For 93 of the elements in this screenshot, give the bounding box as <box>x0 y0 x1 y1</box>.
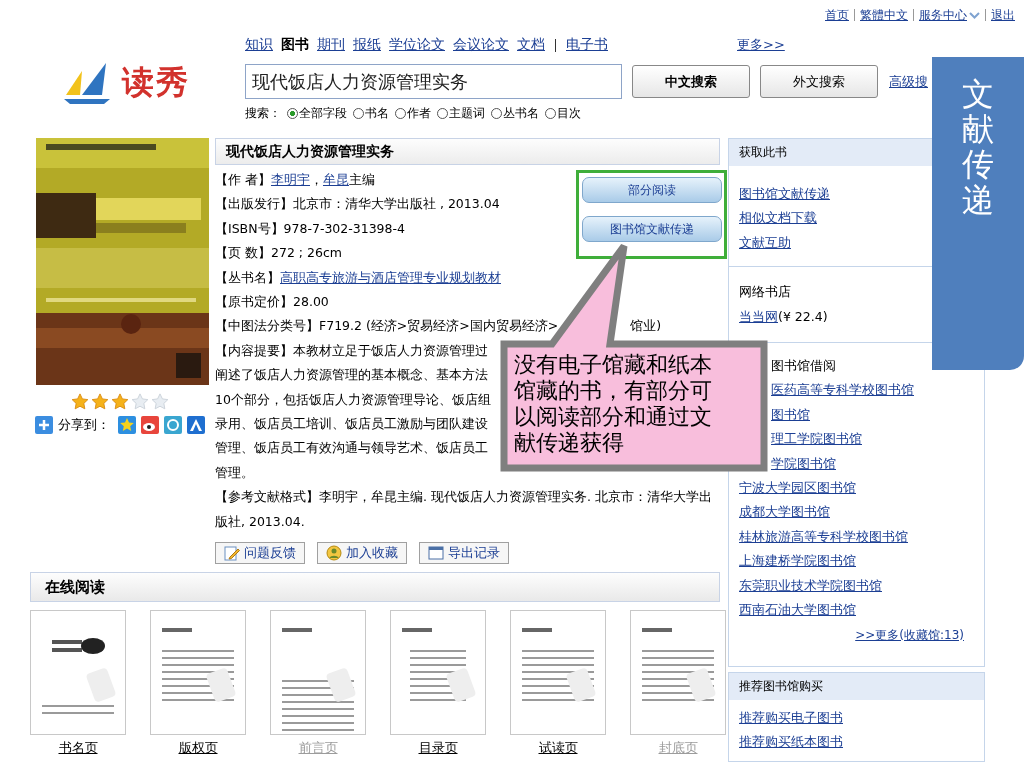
nav-tab[interactable]: 图书 <box>281 36 309 54</box>
library-link[interactable]: 桂林旅游高等专科学校图书馆 <box>739 524 908 550</box>
sidebar-link[interactable]: 文献互助 <box>739 230 791 256</box>
field-value: 北京市：清华大学出版社 , 2013.04 <box>293 196 500 212</box>
section-label: 图书馆借阅 <box>771 357 836 376</box>
library-link[interactable]: 学院图书馆 <box>771 451 836 477</box>
field-label: 【中图法分类号】 <box>215 318 319 334</box>
field-label: 【ISBN号】 <box>215 220 284 236</box>
field-link[interactable]: 牟昆 <box>323 172 349 187</box>
scope-label: 搜索： <box>245 104 281 122</box>
top-link[interactable]: 首页 <box>820 9 854 21</box>
store-link[interactable]: 当当网 <box>739 304 778 330</box>
summary-text: 录用、饭店员工培训、饭店员工激励与团队建设 <box>215 416 488 432</box>
nav-tab[interactable]: 知识 <box>245 36 273 54</box>
page-caption[interactable]: 目录页 <box>418 740 458 758</box>
callout-text: 没有电子馆藏和纸本 馆藏的书，有部分可 以阅读部分和通过文 献传递获得 <box>514 352 712 456</box>
nav-tab[interactable]: 报纸 <box>353 36 381 54</box>
star-icon <box>71 393 89 410</box>
logo-text: 读秀 <box>122 62 190 103</box>
nav-tab[interactable]: 电子书 <box>566 36 608 54</box>
star-icon[interactable] <box>118 416 136 434</box>
advanced-search-link[interactable]: 高级搜 <box>889 73 928 89</box>
library-link[interactable]: 理工学院图书馆 <box>771 427 862 452</box>
radio-label: 主题词 <box>449 104 485 122</box>
sidebar-link[interactable]: 相似文档下载 <box>739 206 817 231</box>
radio-label: 全部字段 <box>299 104 347 122</box>
radio-button[interactable] <box>287 107 298 119</box>
top-link[interactable]: 服务中心 <box>913 9 985 21</box>
summary-text: 管理、饭店员工有效沟通与领导艺术、饭店员工 <box>215 440 488 456</box>
radio-label: 书名 <box>365 104 389 122</box>
window-icon <box>428 546 444 561</box>
summary-text: 10个部分，包括饭店人力资源管理导论、饭店组 <box>215 391 491 407</box>
page-caption[interactable]: 版权页 <box>178 740 218 758</box>
reference-text: 【参考文献格式】李明宇，牟昆主编. 现代饭店人力资源管理实务. 北京市：清华大学出版社, 2013.04. <box>215 488 713 531</box>
action-button[interactable]: 导出记录 <box>419 542 509 565</box>
page-caption[interactable]: 书名页 <box>58 740 98 758</box>
plus-icon[interactable] <box>35 416 53 434</box>
chevron-icon <box>969 11 980 19</box>
share-label: 分享到： <box>58 416 110 434</box>
field-label: 【页 数】 <box>215 245 271 261</box>
star-icon <box>111 393 129 410</box>
section-title: 在线阅读 <box>30 572 720 603</box>
field-value: 28.00 <box>293 294 329 310</box>
sidebar-link[interactable]: 推荐购买电子图书 <box>739 705 843 731</box>
radio-button[interactable] <box>437 107 448 119</box>
sidebar-link[interactable]: 推荐购买纸本图书 <box>739 730 843 755</box>
library-link[interactable]: 东莞职业技术学院图书馆 <box>739 573 882 599</box>
field-label: 【内容提要】 <box>215 342 293 358</box>
field-link[interactable]: 李明宇 <box>271 172 310 187</box>
star-icon <box>131 393 149 410</box>
pencil-icon <box>224 545 240 562</box>
field-value: 馆业) <box>630 318 662 334</box>
radio-button[interactable] <box>491 107 502 119</box>
radio-label: 目次 <box>557 104 581 122</box>
circle-icon[interactable] <box>164 416 182 434</box>
price-text: (¥ 22.4) <box>778 307 828 326</box>
radio-label: 作者 <box>407 104 431 122</box>
summary-text: 阐述了饭店人力资源管理的基本概念、基本方法 <box>215 367 488 383</box>
library-link[interactable]: 西南石油大学图书馆 <box>739 598 856 623</box>
access-button[interactable]: 部分阅读 <box>581 177 722 203</box>
library-link[interactable]: 宁波大学园区图书馆 <box>739 476 856 501</box>
radio-label: 丛书名 <box>503 104 539 122</box>
library-link[interactable]: 成都大学图书馆 <box>739 500 830 525</box>
radio-button[interactable] <box>353 107 364 119</box>
field-value: 主编 <box>349 172 375 187</box>
field-value: 978-7-302-31398-4 <box>283 220 405 236</box>
field-label: 【原书定价】 <box>215 294 293 310</box>
field-value: F719.2 (经济>贸易经济>国内贸易经济> <box>319 318 559 334</box>
search-button[interactable]: 外文搜索 <box>760 65 878 98</box>
summary-text: 本教材立足于饭店人力资源管理过 <box>293 342 488 358</box>
field-label: 【出版发行】 <box>215 196 293 212</box>
search-field[interactable]: 现代饭店人力资源管理实务 <box>245 64 622 99</box>
top-link[interactable]: 退出 <box>985 9 1020 21</box>
action-button[interactable]: 问题反馈 <box>215 542 305 565</box>
more-link[interactable]: >>更多(收藏馆:13) <box>855 622 964 647</box>
action-button[interactable]: 加入收藏 <box>317 542 407 565</box>
field-value: ， <box>310 172 323 187</box>
panel-title: 推荐图书馆购买 <box>729 672 984 700</box>
book-title: 现代饭店人力资源管理实务 <box>215 138 720 165</box>
star-icon <box>91 393 109 410</box>
radio-button[interactable] <box>395 107 406 119</box>
library-link[interactable]: 医药高等专科学校图书馆 <box>771 378 914 403</box>
section-label: 网络书店 <box>739 283 791 302</box>
field-label: 【丛书名】 <box>215 269 280 285</box>
summary-text: 管理。 <box>215 464 254 480</box>
field-value: 272 ; 26cm <box>271 245 342 261</box>
field-label: 【作 者】 <box>215 172 271 187</box>
radio-button[interactable] <box>545 107 556 119</box>
star-icon <box>151 393 169 410</box>
top-link[interactable]: 繁體中文 <box>854 9 913 21</box>
access-button[interactable]: 图书馆文献传递 <box>581 216 722 242</box>
library-link[interactable]: 图书馆 <box>771 402 810 428</box>
search-button[interactable]: 中文搜索 <box>632 65 750 98</box>
